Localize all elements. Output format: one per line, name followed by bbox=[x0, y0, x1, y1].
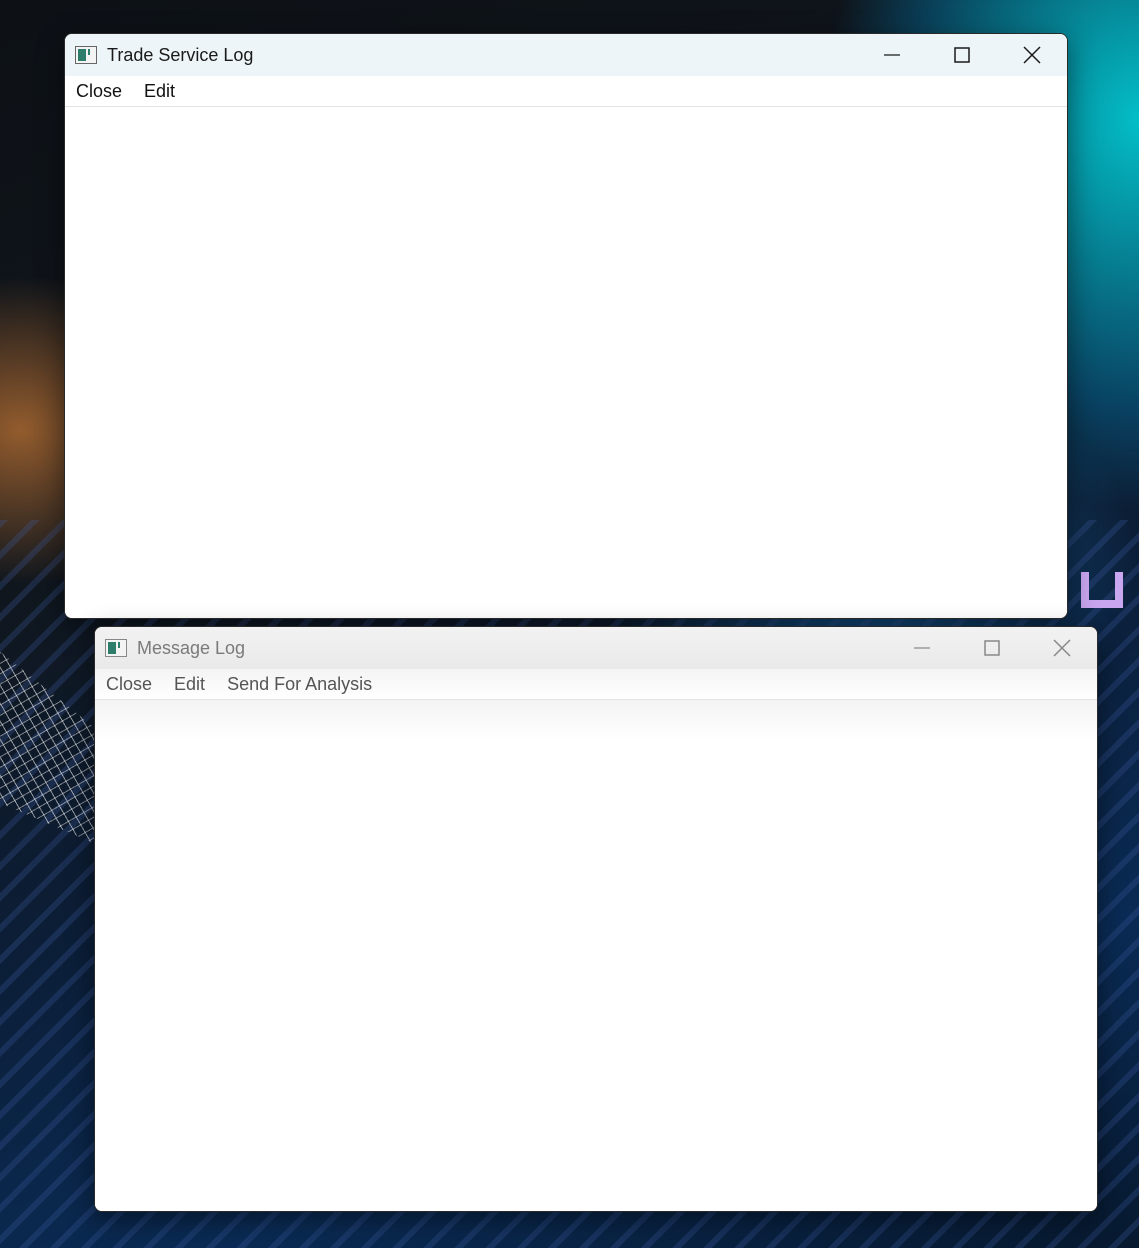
log-content-area[interactable] bbox=[95, 700, 1097, 1211]
close-icon bbox=[1053, 639, 1071, 657]
title-bar[interactable]: Trade Service Log bbox=[65, 34, 1067, 76]
menu-item-edit[interactable]: Edit bbox=[133, 76, 186, 106]
menu-bar: Close Edit bbox=[65, 76, 1067, 107]
app-window-icon bbox=[75, 46, 97, 64]
message-log-window[interactable]: Message Log Close Edit Send For Analysis bbox=[94, 626, 1098, 1212]
title-bar[interactable]: Message Log bbox=[95, 627, 1097, 669]
window-title: Trade Service Log bbox=[107, 44, 254, 65]
minimize-button[interactable] bbox=[887, 627, 957, 669]
app-window-icon bbox=[105, 639, 127, 657]
maximize-icon bbox=[954, 47, 970, 63]
trade-service-log-window[interactable]: Trade Service Log Close Edit bbox=[64, 33, 1068, 619]
menu-bar: Close Edit Send For Analysis bbox=[95, 669, 1097, 700]
menu-item-close[interactable]: Close bbox=[95, 669, 163, 699]
wallpaper-logo-fragment bbox=[1081, 572, 1123, 608]
maximize-button[interactable] bbox=[957, 627, 1027, 669]
menu-item-edit[interactable]: Edit bbox=[163, 669, 216, 699]
window-title: Message Log bbox=[137, 637, 246, 658]
menu-item-send-for-analysis[interactable]: Send For Analysis bbox=[216, 669, 383, 699]
log-content-area[interactable] bbox=[65, 107, 1067, 618]
caption-buttons bbox=[857, 34, 1067, 76]
minimize-icon bbox=[914, 647, 930, 649]
caption-buttons bbox=[887, 627, 1097, 669]
close-button[interactable] bbox=[997, 34, 1067, 76]
menu-item-close[interactable]: Close bbox=[65, 76, 133, 106]
minimize-icon bbox=[884, 54, 900, 56]
maximize-button[interactable] bbox=[927, 34, 997, 76]
close-button[interactable] bbox=[1027, 627, 1097, 669]
minimize-button[interactable] bbox=[857, 34, 927, 76]
close-icon bbox=[1023, 46, 1041, 64]
maximize-icon bbox=[984, 640, 1000, 656]
